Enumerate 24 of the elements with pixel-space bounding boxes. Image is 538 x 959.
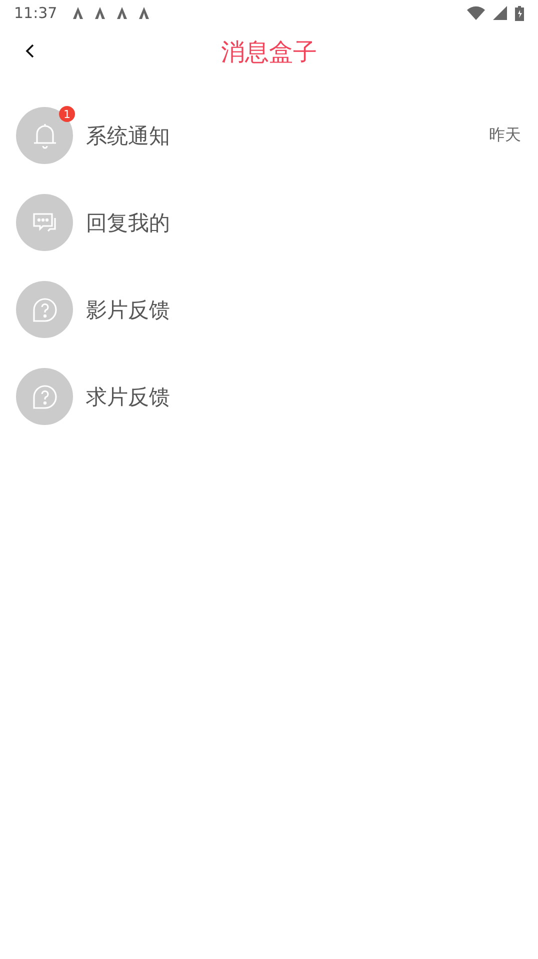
row-label: 影片反馈 — [86, 296, 171, 324]
status-time: 11:37 — [14, 4, 58, 22]
page-title: 消息盒子 — [221, 37, 317, 68]
help-icon — [32, 296, 58, 322]
back-icon — [25, 44, 35, 58]
message-row[interactable]: 1 系统通知 昨天 — [0, 92, 538, 179]
message-row[interactable]: 回复我的 — [0, 179, 538, 266]
signal-icon — [493, 6, 507, 20]
notification-icon — [93, 6, 108, 20]
battery-icon — [515, 6, 524, 20]
notification-icon — [137, 6, 152, 20]
chat-icon — [30, 210, 58, 234]
unread-badge: 1 — [59, 106, 75, 122]
row-label: 回复我的 — [86, 210, 171, 236]
notification-icon — [71, 6, 86, 20]
row-label: 系统通知 — [86, 122, 171, 150]
bell-icon — [32, 122, 58, 150]
help-icon — [32, 384, 58, 410]
notification-icon — [115, 6, 130, 20]
row-time: 昨天 — [489, 125, 521, 146]
message-row[interactable]: 求片反馈 — [0, 353, 538, 440]
row-label: 求片反馈 — [86, 384, 171, 410]
message-row[interactable]: 影片反馈 — [0, 266, 538, 353]
wifi-icon — [467, 6, 485, 20]
